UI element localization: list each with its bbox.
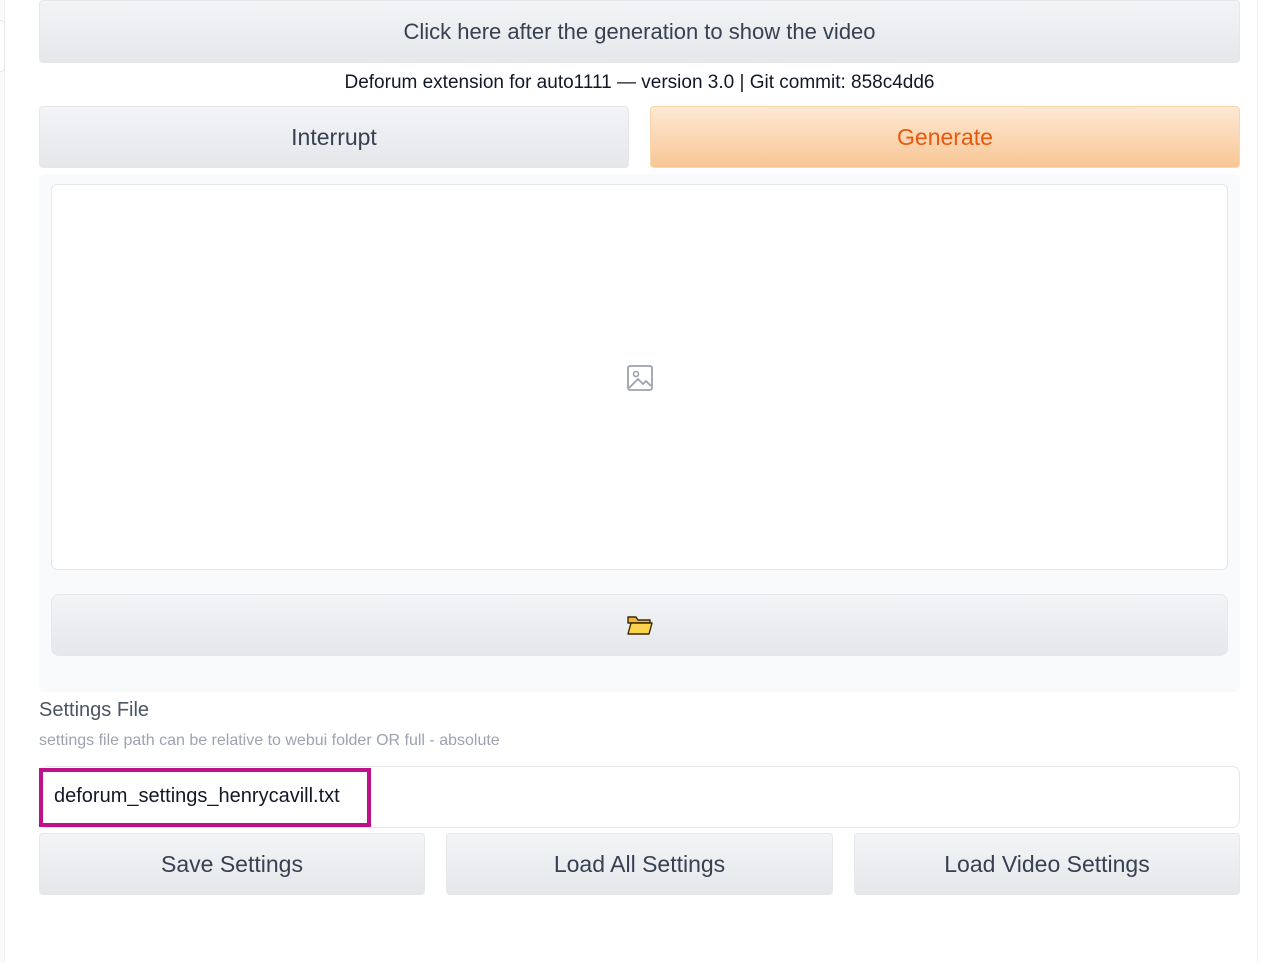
load-all-settings-button[interactable]: Load All Settings bbox=[446, 833, 833, 895]
open-folder-button[interactable] bbox=[51, 594, 1228, 656]
right-panel-edge bbox=[1257, 0, 1258, 963]
save-settings-button[interactable]: Save Settings bbox=[39, 833, 425, 895]
show-video-button[interactable]: Click here after the generation to show … bbox=[39, 0, 1240, 63]
folder-icon bbox=[626, 616, 653, 635]
left-panel-handle bbox=[0, 20, 5, 72]
load-video-settings-button[interactable]: Load Video Settings bbox=[854, 833, 1240, 895]
interrupt-button[interactable]: Interrupt bbox=[39, 106, 629, 168]
image-icon bbox=[627, 365, 653, 391]
settings-file-hint: settings file path can be relative to we… bbox=[39, 732, 500, 749]
generate-button[interactable]: Generate bbox=[650, 106, 1240, 168]
highlight-box bbox=[39, 768, 371, 827]
version-info: Deforum extension for auto1111 — version… bbox=[344, 72, 935, 93]
settings-file-label: Settings File bbox=[39, 699, 150, 721]
left-panel-edge bbox=[0, 0, 5, 963]
